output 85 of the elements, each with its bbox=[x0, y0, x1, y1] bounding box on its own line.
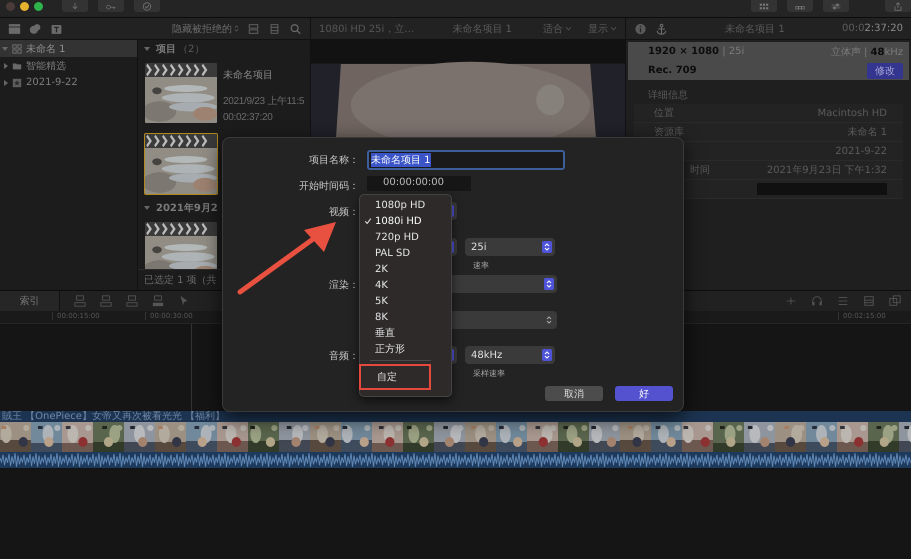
selection-status: 已选定 1 项（共 bbox=[144, 274, 217, 287]
library-item[interactable]: 智能精选 bbox=[0, 57, 137, 74]
snapping-icon[interactable] bbox=[837, 295, 849, 307]
library-icon bbox=[12, 44, 22, 54]
close-button[interactable] bbox=[6, 2, 15, 11]
overwrite-icon[interactable] bbox=[152, 295, 164, 307]
headphones-icon[interactable] bbox=[811, 295, 823, 307]
keywords-button[interactable] bbox=[98, 0, 124, 12]
menu-item[interactable]: 1080i HD bbox=[360, 213, 451, 229]
download-icon bbox=[70, 2, 80, 10]
clapperboard-icon bbox=[145, 63, 217, 77]
project-date: 2021/9/23 上午11:5 bbox=[223, 94, 304, 108]
section-header[interactable]: 2021年9月2 bbox=[144, 199, 310, 216]
info-icon[interactable] bbox=[634, 22, 647, 34]
effects-icon[interactable] bbox=[889, 295, 901, 307]
menu-item[interactable]: 5K bbox=[360, 293, 451, 309]
edit-icon[interactable] bbox=[100, 295, 112, 307]
popup-menu[interactable]: 48kHz bbox=[465, 346, 555, 364]
photos-icon[interactable] bbox=[29, 22, 42, 34]
field-label: 音频： bbox=[329, 351, 359, 362]
grid-icon bbox=[759, 2, 769, 10]
project-thumbnail[interactable] bbox=[144, 62, 218, 124]
project-name: 未命名项目 bbox=[223, 68, 274, 82]
clapper-icon[interactable] bbox=[8, 22, 21, 34]
section-title: 详细信息 bbox=[647, 88, 689, 103]
field-label: 开始时间码： bbox=[299, 181, 359, 192]
library-item[interactable]: 未命名 1 bbox=[0, 40, 137, 57]
clip-appearance-icon[interactable] bbox=[863, 295, 875, 307]
color-space: Rec. 709 bbox=[648, 65, 697, 76]
project-duration: 00:02:37:20 bbox=[223, 112, 274, 123]
share-icon bbox=[893, 2, 903, 10]
menu-item[interactable]: 正方形 bbox=[360, 341, 451, 357]
chevron-down-icon bbox=[610, 26, 617, 31]
background-tasks-button[interactable] bbox=[134, 0, 160, 12]
menu-item[interactable]: 垂直 bbox=[360, 325, 451, 341]
menu-item[interactable]: 自定 bbox=[359, 364, 431, 390]
menu-item[interactable]: 4K bbox=[360, 277, 451, 293]
project-duration: 2:37:20 bbox=[864, 23, 903, 34]
timecode-field[interactable]: 00:00:00:00 bbox=[367, 176, 471, 191]
skimming-icon[interactable] bbox=[785, 295, 797, 307]
field-label: 渲染： bbox=[329, 280, 359, 291]
timecode-leading-zeros: 00:0 bbox=[842, 23, 864, 34]
check-icon bbox=[142, 2, 152, 10]
library-item[interactable]: 2021-9-22 bbox=[0, 74, 137, 91]
menu-item[interactable]: 2K bbox=[360, 261, 451, 277]
zoom-button[interactable] bbox=[34, 2, 43, 11]
cancel-button[interactable]: 取消 bbox=[545, 386, 603, 401]
edit-icon[interactable] bbox=[126, 295, 138, 307]
sliders-icon bbox=[831, 2, 841, 10]
anchor-icon[interactable] bbox=[655, 22, 668, 34]
star-icon bbox=[12, 78, 22, 88]
modify-button[interactable]: 修改 bbox=[867, 62, 903, 78]
pointer-icon[interactable] bbox=[178, 295, 190, 307]
folder-icon bbox=[12, 60, 22, 70]
menu-item[interactable]: PAL SD bbox=[360, 245, 451, 261]
timeline-layout-button[interactable] bbox=[787, 0, 813, 12]
viewer-title: 未命名项目 1 bbox=[452, 22, 512, 36]
checkmark-icon bbox=[364, 217, 372, 225]
edit-icon[interactable] bbox=[74, 295, 86, 307]
import-button[interactable] bbox=[62, 0, 88, 12]
name-field[interactable]: 未命名项目 1 bbox=[367, 150, 565, 170]
field-label: 项目名称： bbox=[309, 155, 359, 166]
section-header[interactable]: 项目 （2） bbox=[144, 40, 310, 57]
popup-menu[interactable]: 25i bbox=[465, 238, 555, 256]
layout-button[interactable] bbox=[751, 0, 777, 12]
inspector-title: 未命名项目 1 bbox=[724, 22, 786, 36]
popup-caption: 速率 bbox=[472, 260, 490, 271]
share-button[interactable] bbox=[885, 0, 911, 12]
adjustments-button[interactable] bbox=[823, 0, 849, 12]
project-thumbnail[interactable] bbox=[144, 221, 218, 269]
menu-item[interactable]: 8K bbox=[360, 309, 451, 325]
menu-item[interactable]: 1080p HD bbox=[360, 197, 451, 213]
list-view-icon[interactable] bbox=[247, 22, 260, 34]
popup-caption: 采样速率 bbox=[472, 368, 506, 379]
menu-item[interactable]: 720p HD bbox=[360, 229, 451, 245]
clapperboard-icon bbox=[145, 134, 217, 148]
filmstrip-icon[interactable] bbox=[268, 22, 281, 34]
titles-icon[interactable] bbox=[50, 22, 63, 34]
chevron-down-icon bbox=[565, 26, 572, 31]
project-thumbnail[interactable] bbox=[144, 133, 218, 195]
clapperboard-icon bbox=[145, 222, 217, 236]
field-label: 视频： bbox=[329, 207, 359, 218]
minimize-button[interactable] bbox=[20, 2, 29, 11]
search-icon[interactable] bbox=[289, 22, 302, 34]
ok-button[interactable]: 好 bbox=[615, 386, 673, 401]
